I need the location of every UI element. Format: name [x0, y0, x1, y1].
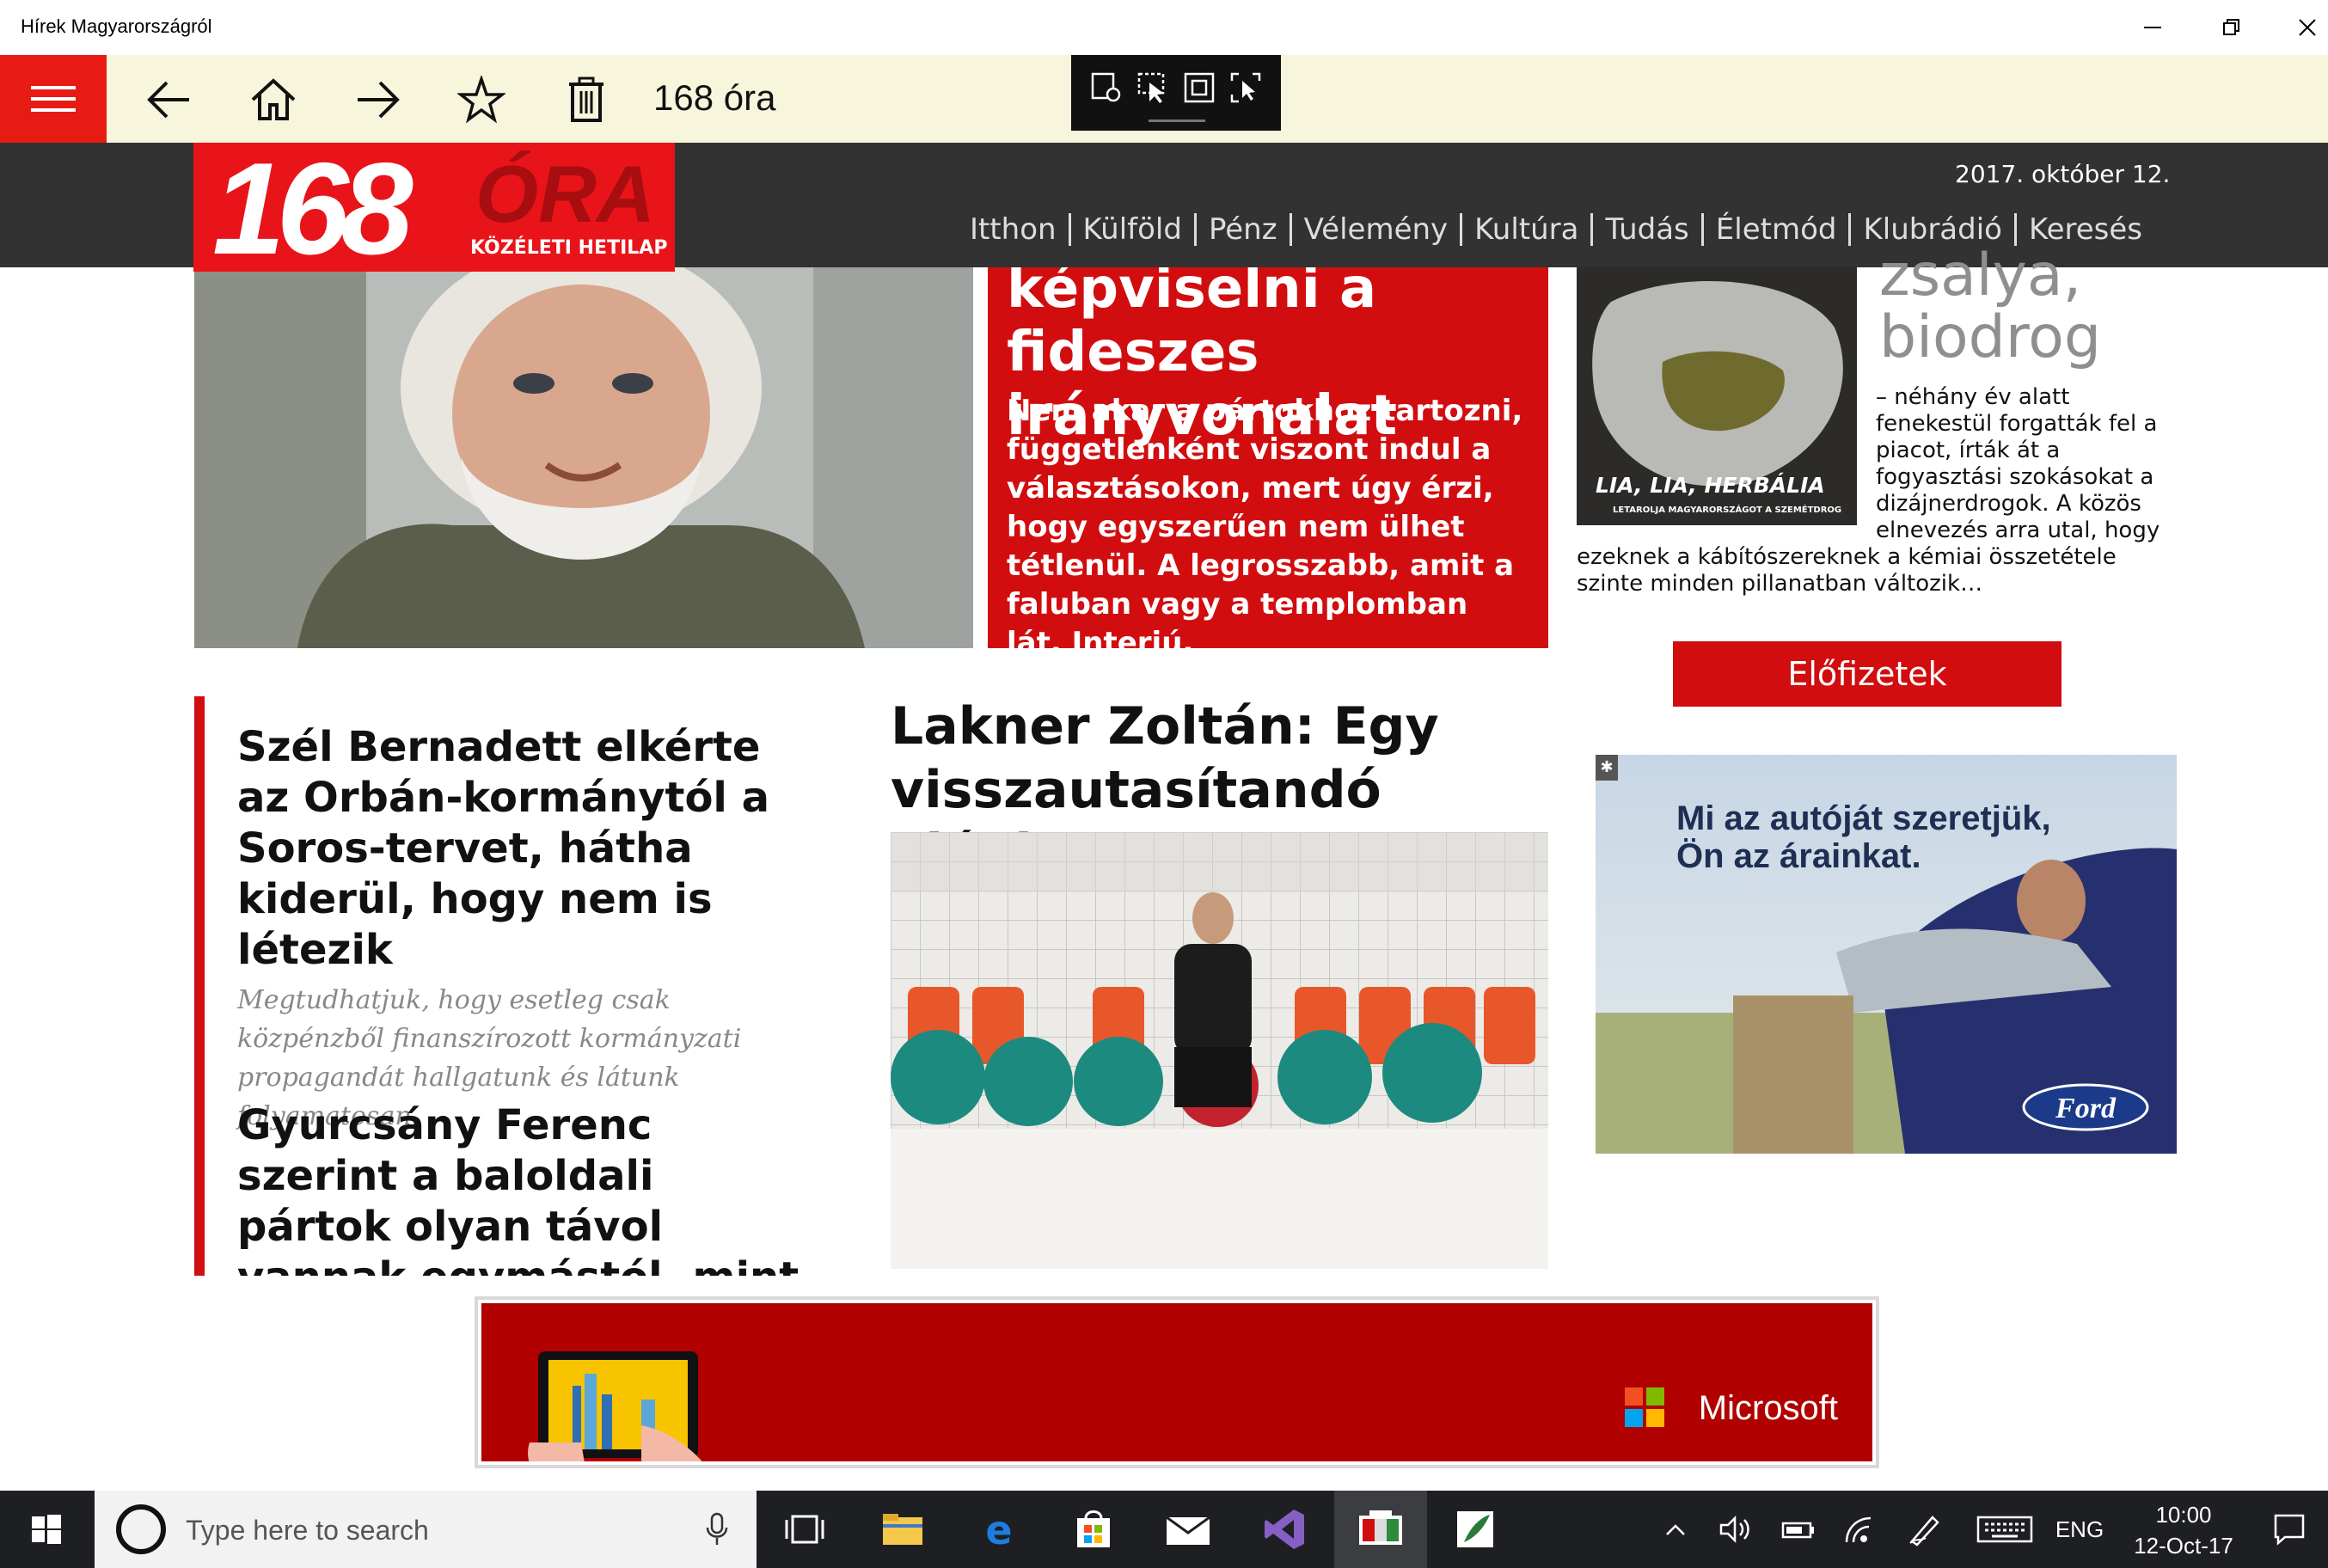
logo-number: 168 [212, 143, 414, 272]
microsoft-logo-icon [1625, 1387, 1664, 1427]
hamburger-menu-button[interactable] [0, 55, 107, 143]
featured-article-photo[interactable] [891, 832, 1548, 1269]
nav-item-kulfold[interactable]: Külföld [1068, 213, 1194, 246]
start-button[interactable] [0, 1491, 93, 1568]
window-titlebar: Hírek Magyarországról [0, 0, 2328, 55]
svg-text:e: e [985, 1510, 1012, 1549]
clock-time: 10:00 [2155, 1502, 2212, 1528]
forward-arrow-icon[interactable] [352, 74, 404, 126]
select-settings-icon[interactable] [1089, 70, 1124, 108]
visual-studio-icon[interactable] [1238, 1491, 1331, 1568]
nav-item-kultura[interactable]: Kultúra [1460, 213, 1590, 246]
store-icon[interactable] [1047, 1491, 1140, 1568]
article-list: Szél Bernadett elkérte az Orbán-kormányt… [194, 696, 830, 1276]
taskbar-search-box[interactable]: Type here to search [95, 1491, 757, 1568]
action-center-icon[interactable] [2259, 1491, 2319, 1568]
back-arrow-icon[interactable] [143, 74, 194, 126]
file-explorer-icon[interactable] [856, 1491, 949, 1568]
palette-drag-handle[interactable] [1149, 119, 1205, 122]
side-text-full: ezeknek a kábítószereknek a kémiai össze… [1577, 544, 2117, 597]
side-article-text: – néhány év alatt fenekestül forgatták f… [1577, 384, 2161, 597]
window-title: Hírek Magyarországról [21, 15, 212, 37]
fullscreen-frame-icon[interactable] [1182, 70, 1216, 108]
windows-ink-pen-icon[interactable] [1898, 1491, 1950, 1568]
ford-slogan-line: Ön az árainkat. [1676, 837, 1921, 875]
hero-photo[interactable] [194, 267, 973, 648]
mail-icon[interactable] [1142, 1491, 1234, 1568]
nav-item-penz[interactable]: Pénz [1193, 213, 1290, 246]
ford-ad-slogan: Mi az autóját szeretjük, Ön az árainkat. [1676, 799, 2051, 875]
star-favorite-icon[interactable] [456, 74, 507, 126]
toolbar-title: 168 óra [653, 77, 776, 118]
restore-button[interactable] [2194, 0, 2270, 55]
hero-article-card[interactable]: képviselni a fideszes irányvonalat Nem a… [988, 267, 1548, 648]
search-placeholder: Type here to search [186, 1515, 429, 1546]
app-toolbar: 168 óra [0, 55, 2328, 143]
trash-icon[interactable] [561, 74, 612, 126]
article-title[interactable]: Szél Bernadett elkérte az Orbán-kormányt… [237, 722, 805, 976]
side-title-line: biodrog [1879, 303, 2102, 371]
article-item[interactable]: Szél Bernadett elkérte az Orbán-kormányt… [237, 722, 822, 1136]
ford-advertisement[interactable]: Ford ✱ Mi az autóját szeretjük, Ön az ár… [1596, 755, 2177, 1154]
home-icon[interactable] [248, 74, 299, 126]
hero-title-line: fideszes [1007, 321, 1259, 384]
ford-slogan-line: Mi az autóját szeretjük, [1676, 799, 2051, 837]
site-logo[interactable]: 168 ÓRA KÖZÉLETI HETILAP [193, 143, 675, 272]
hirek-app-icon[interactable] [1334, 1491, 1427, 1568]
logo-word: ÓRA [475, 149, 655, 239]
minimize-button[interactable] [2115, 0, 2190, 55]
article-title[interactable]: Gyurcsány Ferenc szerint a baloldali pár… [237, 1100, 805, 1276]
header-date: 2017. október 12. [1955, 160, 2171, 188]
hero-lead: Nem akar a pártokhoz tartozni, független… [1007, 394, 1523, 648]
side-text-indented: – néhány év alatt fenekestül forgatták f… [1876, 384, 2160, 543]
ad-info-icon[interactable]: ✱ [1596, 755, 1618, 781]
side-article-title[interactable]: zsalya, biodrog [1879, 245, 2101, 369]
nav-item-tudas[interactable]: Tudás [1590, 213, 1700, 246]
ford-logo: Ford [2055, 1093, 2117, 1124]
touch-keyboard-icon[interactable] [1970, 1491, 2039, 1568]
windows-taskbar: Type here to search e ENG 10:00 12-Oct-1… [0, 1491, 2328, 1568]
capture-cursor-icon[interactable] [1228, 70, 1263, 108]
battery-icon[interactable] [1774, 1491, 1823, 1568]
edge-browser-icon[interactable]: e [953, 1491, 1045, 1568]
system-clock[interactable]: 10:00 12-Oct-17 [2120, 1499, 2247, 1561]
task-view-icon[interactable] [758, 1491, 851, 1568]
volume-icon[interactable] [1712, 1491, 1761, 1568]
clock-date: 12-Oct-17 [2134, 1533, 2233, 1559]
floating-tool-palette [1071, 55, 1281, 131]
article-item[interactable]: Gyurcsány Ferenc szerint a baloldali pár… [237, 1100, 805, 1276]
close-button[interactable] [2270, 0, 2328, 55]
microsoft-advertisement[interactable]: Microsoft [475, 1296, 1879, 1468]
microsoft-brand-label: Microsoft [1698, 1389, 1838, 1427]
pointer-select-icon[interactable] [1136, 70, 1170, 108]
tablet-illustration [528, 1351, 702, 1461]
nav-item-itthon[interactable]: Itthon [958, 213, 1069, 246]
side-title-line: zsalya, [1879, 242, 2082, 309]
language-indicator[interactable]: ENG [2051, 1491, 2108, 1568]
subscribe-button[interactable]: Előfizetek [1673, 641, 2062, 707]
logo-subtitle: KÖZÉLETI HETILAP [470, 237, 668, 259]
quill-app-icon[interactable] [1429, 1491, 1522, 1568]
microsoft-ad-banner: Microsoft [481, 1303, 1872, 1461]
wifi-icon[interactable] [1836, 1491, 1884, 1568]
show-hidden-icons-icon[interactable] [1656, 1491, 1695, 1568]
nav-item-velemeny[interactable]: Vélemény [1289, 213, 1461, 246]
nav-item-eletmod[interactable]: Életmód [1700, 213, 1849, 246]
hero-title-line: képviselni a [1007, 267, 1377, 321]
cortana-icon [116, 1504, 166, 1554]
microphone-icon[interactable] [705, 1512, 729, 1547]
